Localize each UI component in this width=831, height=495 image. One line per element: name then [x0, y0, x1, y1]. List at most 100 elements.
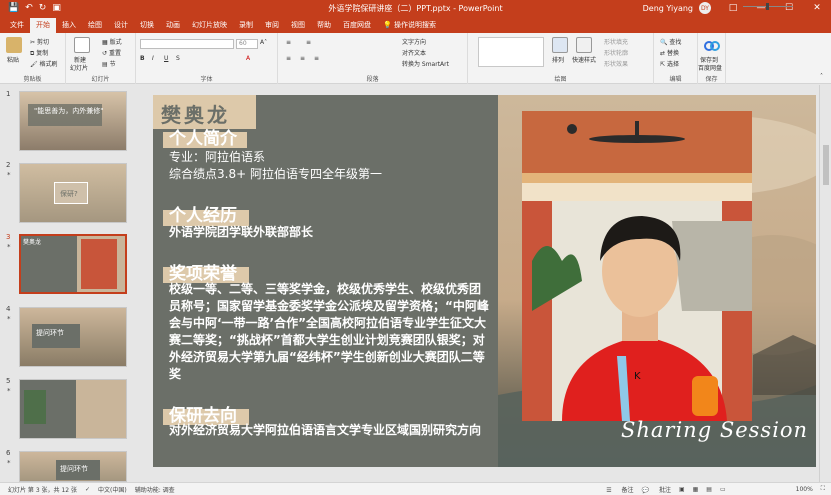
baidu-cloud-icon[interactable]	[704, 37, 720, 53]
close-icon[interactable]: ✕	[803, 0, 831, 17]
underline-button[interactable]: U	[164, 55, 168, 62]
major-text[interactable]: 专业：阿拉伯语系	[169, 149, 265, 165]
grow-font-icon[interactable]: A˄	[260, 39, 267, 46]
scroll-thumb[interactable]	[823, 145, 829, 185]
slides-label: 幻灯片	[91, 76, 110, 83]
thumbnail-slide-3[interactable]: 樊奥龙	[19, 234, 127, 294]
arrange-icon[interactable]	[552, 37, 568, 53]
tab-baidu[interactable]: 百度网盘	[337, 18, 377, 33]
text-panel: 樊奥龙 个人简介 专业：阿拉伯语系 综合绩点3.8+ 阿拉伯语专四全年级第一 个…	[153, 95, 498, 467]
tab-view[interactable]: 视图	[285, 18, 311, 33]
arrange-button[interactable]: 排列	[552, 55, 564, 64]
bullets-icon[interactable]: ≡	[286, 39, 291, 46]
shadow-button[interactable]: S	[176, 55, 180, 62]
tab-file[interactable]: 文件	[4, 18, 30, 33]
align-center-icon[interactable]: ≡	[300, 55, 305, 62]
thumbnail-slide-1[interactable]: "能思善为，内外兼修"	[19, 91, 127, 151]
format-painter-button[interactable]: 🖌 格式刷	[30, 59, 58, 68]
tab-home[interactable]: 开始	[30, 18, 56, 33]
photo-illustration: K	[522, 111, 752, 421]
tab-review[interactable]: 审阅	[259, 18, 285, 33]
tab-transitions[interactable]: 切换	[134, 18, 160, 33]
tab-help[interactable]: 帮助	[311, 18, 337, 33]
align-left-icon[interactable]: ≡	[286, 55, 291, 62]
tab-design[interactable]: 设计	[108, 18, 134, 33]
numbering-icon[interactable]: ≡	[306, 39, 311, 46]
font-color-icon[interactable]: A	[246, 55, 250, 62]
minimize-icon[interactable]: —	[747, 0, 775, 17]
collapse-ribbon-icon[interactable]: ˄	[820, 73, 823, 80]
undo-icon[interactable]: ↶	[25, 4, 33, 13]
quick-styles-button[interactable]: 快速样式	[572, 55, 596, 64]
replace-button[interactable]: ⇄ 替换	[660, 48, 679, 57]
tab-draw[interactable]: 绘图	[82, 18, 108, 33]
vertical-scrollbar[interactable]	[819, 85, 831, 482]
copy-button[interactable]: ⧉ 复制	[30, 48, 48, 58]
paste-icon[interactable]	[6, 37, 22, 53]
quick-styles-icon[interactable]	[576, 37, 592, 53]
destination-text[interactable]: 对外经济贸易大学阿拉伯语语言文学专业区域国别研究方向	[169, 422, 491, 439]
current-slide[interactable]: 樊奥龙 个人简介 专业：阿拉伯语系 综合绩点3.8+ 阿拉伯语专四全年级第一 个…	[153, 95, 816, 467]
tab-record[interactable]: 录制	[233, 18, 259, 33]
ribbon-display-icon[interactable]: □	[719, 0, 747, 17]
italic-button[interactable]: I	[152, 55, 154, 62]
experience-text[interactable]: 外语学院团学联外联部部长	[169, 224, 491, 241]
speaker-photo[interactable]: K	[522, 111, 752, 421]
fit-slide-icon[interactable]: ⛶	[821, 485, 825, 493]
tab-slideshow[interactable]: 幻灯片放映	[186, 18, 233, 33]
new-slide-icon[interactable]	[74, 37, 90, 53]
shape-outline-button[interactable]: 形状轮廓	[604, 48, 628, 57]
language-indicator[interactable]: 中文(中国)	[98, 485, 127, 494]
align-text-button[interactable]: 对齐文本	[402, 48, 426, 57]
sharing-session-text[interactable]: Sharing Session	[621, 418, 808, 442]
animation-star-icon: *	[7, 387, 11, 395]
text-direction-button[interactable]: 文字方向	[402, 37, 426, 46]
section-title-experience[interactable]: 个人经历	[169, 201, 237, 226]
font-name-combo[interactable]	[140, 39, 234, 49]
spellcheck-icon[interactable]: ✓	[85, 486, 90, 493]
section-label: 节	[109, 61, 116, 68]
normal-view-icon[interactable]: ▣	[679, 486, 685, 493]
shapes-gallery[interactable]	[478, 37, 544, 67]
layout-button[interactable]: ▦ 版式	[102, 37, 122, 46]
font-size-combo[interactable]: 60	[236, 39, 258, 49]
reading-view-icon[interactable]: ▤	[706, 486, 712, 493]
smartart-button[interactable]: 转换为 SmartArt	[402, 59, 449, 68]
section-title-intro[interactable]: 个人简介	[169, 124, 237, 149]
start-from-beginning-icon[interactable]: ▣	[52, 4, 61, 13]
thumbnail-slide-2[interactable]: 保研?	[19, 163, 127, 223]
zoom-slider-knob[interactable]	[766, 3, 769, 10]
avatar[interactable]: DY	[699, 2, 711, 14]
tell-me-search[interactable]: 💡 操作说明搜索	[383, 18, 436, 33]
align-right-icon[interactable]: ≡	[314, 55, 319, 62]
save-icon[interactable]: 💾	[8, 4, 19, 13]
animation-star-icon: *	[7, 459, 11, 467]
cut-button[interactable]: ✂ 剪切	[30, 37, 49, 46]
maximize-icon[interactable]: ☐	[775, 0, 803, 17]
notes-button[interactable]: ☰ 备注	[606, 485, 633, 494]
shape-fill-button[interactable]: 形状填充	[604, 37, 628, 46]
select-button[interactable]: ⇱ 选择	[660, 59, 679, 68]
thumbnail-slide-4[interactable]: 提问环节	[19, 307, 127, 367]
gpa-text[interactable]: 综合绩点3.8+ 阿拉伯语专四全年级第一	[169, 166, 382, 182]
accessibility-status[interactable]: 辅助功能: 调查	[135, 485, 175, 494]
thumbnail-slide-6[interactable]: 提问环节	[19, 451, 127, 482]
comments-button[interactable]: 💬 批注	[642, 485, 671, 494]
reset-button[interactable]: ↺ 重置	[102, 48, 121, 57]
user-area[interactable]: Deng Yiyang DY	[643, 2, 711, 14]
thumbnail-slide-5[interactable]	[19, 379, 127, 439]
tab-animations[interactable]: 动画	[160, 18, 186, 33]
slideshow-icon[interactable]: ▭	[720, 486, 726, 493]
section-button[interactable]: ▤ 节	[102, 59, 116, 68]
tab-insert[interactable]: 插入	[56, 18, 82, 33]
redo-icon[interactable]: ↻	[39, 4, 47, 13]
zoom-level[interactable]: 100%	[796, 486, 813, 493]
awards-text[interactable]: 校级一等、二等、三等奖学金，校级优秀学生、校级优秀团员称号；国家留学基金委奖学金…	[169, 281, 491, 383]
quick-access-toolbar: 💾 ↶ ↻ ▣	[0, 4, 100, 13]
shape-effects-button[interactable]: 形状效果	[604, 59, 628, 68]
slide-sorter-icon[interactable]: ▦	[693, 486, 699, 493]
paste-button[interactable]: 粘贴	[7, 55, 19, 64]
bold-button[interactable]: B	[140, 55, 145, 62]
find-button[interactable]: 🔍 查找	[660, 37, 681, 46]
drawing-group: 排列 快速样式 形状填充 形状轮廓 形状效果 绘图	[468, 33, 654, 84]
